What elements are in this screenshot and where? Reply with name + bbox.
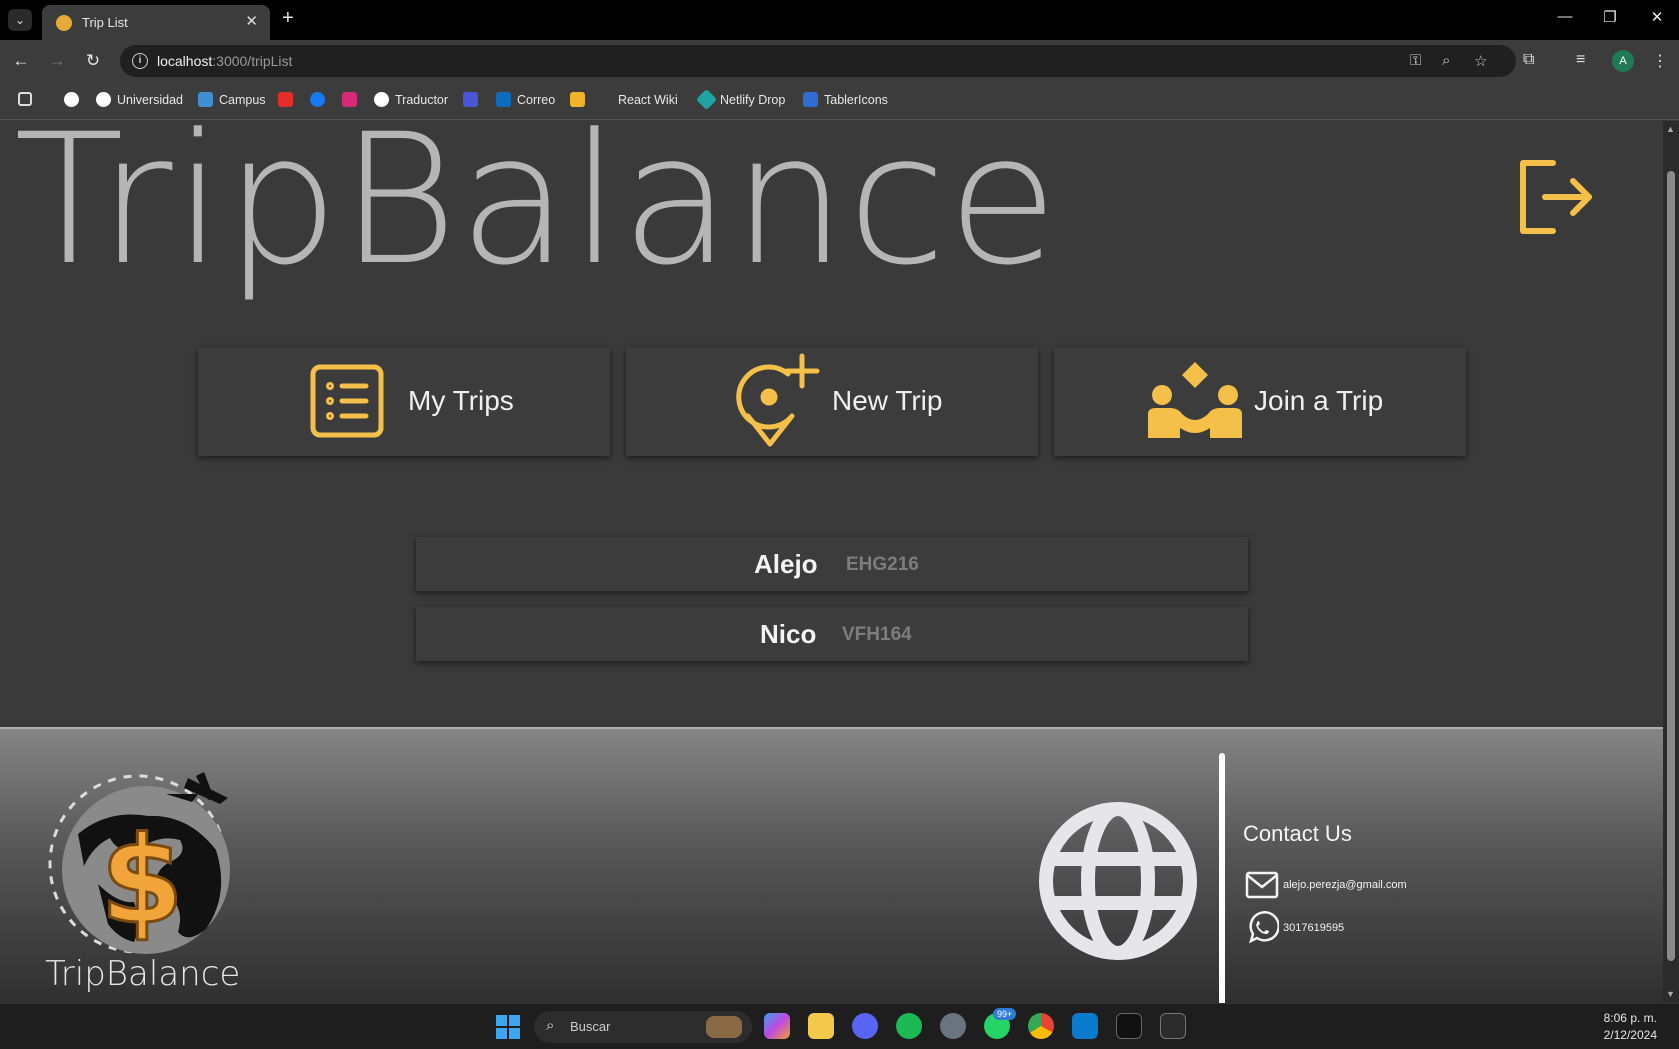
copilot-icon[interactable]: [764, 1013, 790, 1039]
footer: $ TripBalance Contact Us alejo.perezja@g…: [0, 727, 1663, 1003]
whatsapp-badge: 99+: [993, 1008, 1017, 1020]
screen: ⌄ Trip List ✕ + — ❐ ✕ ← → ↻ i localhost:…: [0, 0, 1679, 1049]
youtube-bookmark-icon[interactable]: [278, 92, 299, 107]
reload-button[interactable]: ↻: [82, 51, 104, 71]
contact-email[interactable]: alejo.perezja@gmail.com: [1283, 879, 1407, 891]
contact-phone[interactable]: 3017619595: [1283, 922, 1344, 934]
apps-grid-icon[interactable]: [18, 92, 38, 106]
trip-owner-name: Alejo: [754, 549, 818, 579]
join-trip-button[interactable]: Join a Trip: [1054, 348, 1466, 456]
footer-divider: [1219, 753, 1225, 1003]
scroll-down-icon[interactable]: ▼: [1666, 989, 1675, 999]
whatsapp-icon: [1249, 911, 1279, 944]
logout-icon[interactable]: [1515, 157, 1595, 237]
browser-toolbar: ← → ↻ i localhost:3000/tripList ⚿ ⌕ ☆ ⧉ …: [0, 40, 1679, 82]
scroll-up-icon[interactable]: ▲: [1666, 124, 1675, 134]
terminal-icon[interactable]: [1160, 1013, 1186, 1039]
clock-date: 2/12/2024: [1603, 1028, 1657, 1042]
page-scrollbar[interactable]: ▲ ▼: [1663, 121, 1679, 1003]
forms-bookmark-icon[interactable]: [463, 92, 484, 107]
bookmark-netlify-drop[interactable]: Netlify Drop: [695, 88, 785, 111]
address-bar[interactable]: i localhost:3000/tripList ⚿ ⌕ ☆: [120, 45, 1516, 77]
bookmark-star-icon[interactable]: ☆: [1474, 52, 1487, 70]
trip-code: VFH164: [842, 624, 912, 645]
taskbar-search-placeholder: Buscar: [570, 1019, 611, 1034]
page-title: TripBalance: [14, 121, 1060, 305]
browser-tab[interactable]: Trip List ✕: [42, 5, 270, 40]
jsbin-bookmark-icon[interactable]: [570, 92, 591, 107]
chatgpt-bookmark-icon[interactable]: [64, 92, 85, 107]
users-handshake-icon: [1148, 362, 1242, 438]
url-text: localhost:3000/tripList: [157, 53, 293, 69]
bookmark-correo[interactable]: Correo: [496, 92, 555, 107]
settings-icon[interactable]: [940, 1013, 966, 1039]
vscode-icon[interactable]: [1072, 1013, 1098, 1039]
bookmark-universidad[interactable]: Universidad: [96, 92, 183, 107]
windows-taskbar: ⌕ Buscar 99+ 8:06 p. m. 2/12/2024: [0, 1003, 1679, 1049]
bookmark-traductor[interactable]: Traductor: [374, 92, 448, 107]
my-trips-button[interactable]: My Trips: [198, 348, 610, 456]
password-key-icon[interactable]: ⚿: [1410, 52, 1421, 69]
minimize-icon[interactable]: —: [1553, 8, 1577, 25]
page-content: TripBalance My Trips New Trip Join a Tri…: [0, 121, 1663, 1003]
bookmark-tablericons[interactable]: TablerIcons: [803, 92, 888, 107]
restore-icon[interactable]: ❐: [1598, 8, 1622, 26]
spotify-icon[interactable]: [896, 1013, 922, 1039]
trip-row[interactable]: Nico VFH164: [416, 607, 1248, 661]
svg-text:$: $: [100, 812, 184, 951]
tab-close-icon[interactable]: ✕: [245, 12, 258, 30]
call-of-duty-icon[interactable]: [1116, 1013, 1142, 1039]
taskbar-clock[interactable]: 8:06 p. m. 2/12/2024: [1604, 1010, 1657, 1044]
join-trip-label: Join a Trip: [1254, 385, 1384, 416]
trip-row[interactable]: Alejo EHG216: [416, 537, 1248, 591]
footer-brand: TripBalance: [45, 954, 241, 994]
menu-icon[interactable]: ⋮: [1652, 51, 1668, 71]
taskbar-search[interactable]: ⌕ Buscar: [534, 1011, 752, 1043]
forward-button[interactable]: →: [46, 51, 68, 71]
trip-owner-name: Nico: [760, 619, 817, 649]
globe-icon[interactable]: [1038, 801, 1198, 961]
site-info-icon[interactable]: i: [132, 53, 148, 69]
tripbalance-favicon-icon: [56, 15, 72, 31]
instagram-bookmark-icon[interactable]: [342, 92, 363, 107]
scroll-thumb[interactable]: [1667, 171, 1675, 961]
mail-icon: [1245, 871, 1279, 899]
chrome-icon[interactable]: [1028, 1013, 1054, 1039]
new-trip-button[interactable]: New Trip: [626, 348, 1038, 456]
discord-icon[interactable]: [852, 1013, 878, 1039]
browser-tabbar: ⌄ Trip List ✕ + — ❐ ✕: [0, 0, 1679, 40]
back-button[interactable]: ←: [10, 51, 32, 71]
file-explorer-icon[interactable]: [808, 1013, 834, 1039]
bookmark-campus[interactable]: Campus: [198, 92, 266, 107]
window-close-icon[interactable]: ✕: [1645, 8, 1669, 26]
trip-code: EHG216: [846, 554, 919, 575]
facebook-bookmark-icon[interactable]: [310, 92, 331, 107]
extensions-icon[interactable]: ⧉: [1523, 51, 1534, 69]
windows-start-icon[interactable]: [496, 1015, 520, 1039]
tripbalance-logo: $: [48, 772, 230, 954]
map-pin-plus-icon: [736, 353, 820, 447]
contact-title: Contact Us: [1243, 821, 1352, 846]
new-trip-label: New Trip: [832, 385, 943, 416]
tab-title: Trip List: [82, 15, 128, 30]
moose-search-highlight-icon: [706, 1016, 742, 1038]
zoom-icon[interactable]: ⌕: [1442, 52, 1450, 69]
bookmark-react-wiki[interactable]: React Wiki: [606, 92, 678, 107]
media-control-icon[interactable]: ≡: [1576, 51, 1585, 69]
list-details-icon: [310, 364, 384, 438]
profile-avatar[interactable]: A: [1612, 50, 1634, 72]
search-icon: ⌕: [546, 1017, 555, 1034]
my-trips-label: My Trips: [408, 385, 514, 416]
tab-search-button[interactable]: ⌄: [8, 9, 32, 31]
new-tab-button[interactable]: +: [282, 7, 294, 30]
bookmarks-bar: Universidad Campus Traductor Correo Reac…: [0, 82, 1679, 120]
clock-time: 8:06 p. m.: [1603, 1011, 1657, 1025]
